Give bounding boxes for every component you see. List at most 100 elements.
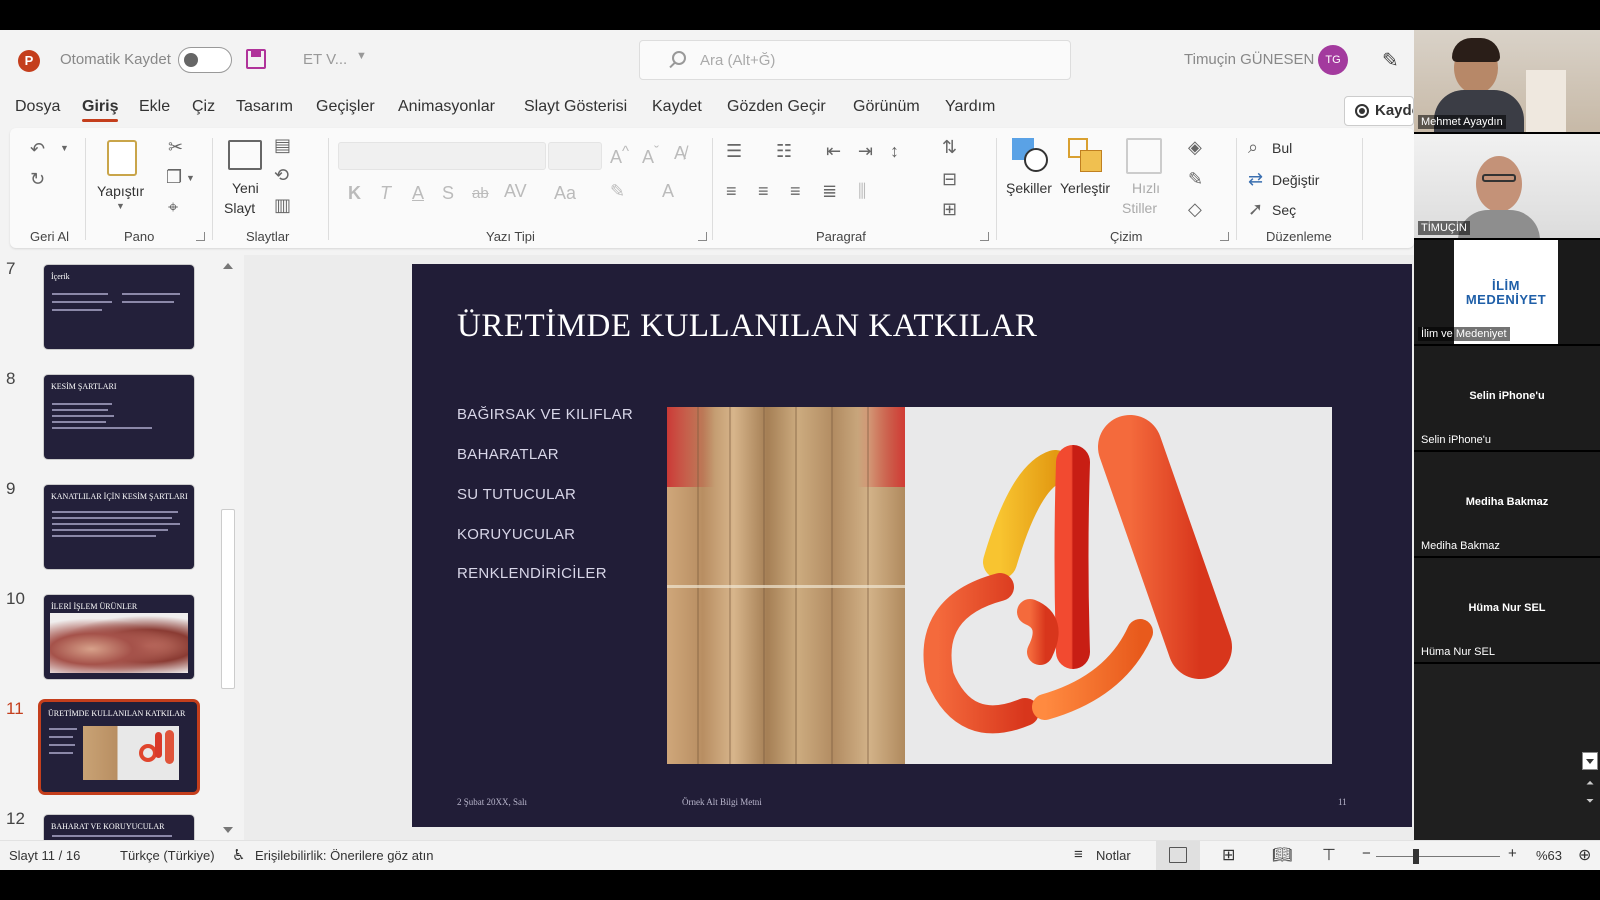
slide-page-number[interactable]: 11 xyxy=(1338,797,1347,807)
participant-tile[interactable]: Mediha Bakmaz Mediha Bakmaz xyxy=(1414,452,1600,558)
new-slide-label-1[interactable]: Yeni xyxy=(232,180,259,196)
slide-thumbnail-9[interactable]: KANATLILAR İÇİN KESİM ŞARTLARI xyxy=(44,485,194,569)
shapes-label[interactable]: Şekiller xyxy=(1006,180,1052,196)
scrollbar-thumb[interactable] xyxy=(221,509,235,689)
font-color-icon[interactable]: A xyxy=(662,182,674,200)
paste-icon[interactable] xyxy=(107,140,137,176)
reset-icon[interactable]: ⟲ xyxy=(274,166,289,184)
avatar[interactable]: TG xyxy=(1318,45,1348,75)
zoom-out-icon[interactable]: − xyxy=(1362,845,1371,862)
tab-gozden-gecir[interactable]: Gözden Geçir xyxy=(727,98,826,116)
decrease-font-icon[interactable]: Aˇ xyxy=(642,144,659,166)
slide-thumbnail-11-selected[interactable]: ÜRETİMDE KULLANILAN KATKILAR xyxy=(41,702,197,792)
chevron-down-icon[interactable]: ▼ xyxy=(356,50,367,62)
numbering-icon[interactable]: ☷ xyxy=(776,142,792,160)
double-chevron-up-icon[interactable]: ⏶ xyxy=(1586,778,1594,789)
dialog-launcher-icon[interactable] xyxy=(196,232,205,241)
pen-icon[interactable]: ✎ xyxy=(1382,48,1399,73)
paste-label[interactable]: Yapıştır xyxy=(97,183,144,199)
align-right-icon[interactable]: ≡ xyxy=(790,182,801,200)
tab-giris[interactable]: Giriş xyxy=(82,98,119,122)
slide-title[interactable]: ÜRETİMDE KULLANILAN KATKILAR xyxy=(457,308,1037,345)
scroll-down-icon[interactable] xyxy=(223,827,233,833)
zoom-level[interactable]: %63 xyxy=(1536,848,1562,863)
participant-tile[interactable]: İLİM MEDENİYET İlim ve Medeniyet xyxy=(1414,240,1600,346)
highlight-icon[interactable]: ✎ xyxy=(610,182,625,200)
participant-tile[interactable]: Selin iPhone'u Selin iPhone'u xyxy=(1414,346,1600,452)
font-name-combo[interactable] xyxy=(338,142,546,170)
quick-styles-label-1[interactable]: Hızlı xyxy=(1132,180,1160,196)
chevron-down-icon[interactable]: ▼ xyxy=(116,202,125,211)
reading-view-icon[interactable]: 📖︎ xyxy=(1272,845,1292,865)
participant-tile[interactable]: Hüma Nur SEL Hüma Nur SEL xyxy=(1414,558,1600,664)
participant-tile[interactable]: Mehmet Ayaydın xyxy=(1414,30,1600,134)
italic-icon[interactable]: T xyxy=(380,184,391,202)
slide-sorter-icon[interactable]: ⊞ xyxy=(1222,845,1235,865)
slide-thumbnail-8[interactable]: KESİM ŞARTLARI xyxy=(44,375,194,459)
dialog-launcher-icon[interactable] xyxy=(698,232,707,241)
smartart-icon[interactable]: ⊞ xyxy=(942,200,957,218)
fit-to-window-icon[interactable]: ⊕ xyxy=(1578,845,1591,865)
align-text-icon[interactable]: ⊟ xyxy=(942,170,957,188)
copy-icon[interactable]: ❐ xyxy=(166,168,182,186)
double-chevron-down-icon[interactable]: ⏷ xyxy=(1586,796,1594,807)
slide-thumbnail-12[interactable]: BAHARAT VE KORUYUCULAR xyxy=(44,815,194,840)
zoom-in-icon[interactable]: + xyxy=(1508,845,1517,862)
bullet-item[interactable]: BAĞIRSAK VE KILIFLAR xyxy=(457,406,633,423)
slide-counter[interactable]: Slayt 11 / 16 xyxy=(9,848,80,863)
increase-font-icon[interactable]: A^ xyxy=(610,144,629,166)
quick-styles-icon[interactable] xyxy=(1126,138,1162,174)
tab-ekle[interactable]: Ekle xyxy=(139,98,170,116)
shape-effects-icon[interactable]: ◇ xyxy=(1188,200,1202,218)
thumbnails-scrollbar[interactable] xyxy=(218,255,238,840)
language-indicator[interactable]: Türkçe (Türkiye) xyxy=(120,848,215,863)
select-label[interactable]: Seç xyxy=(1272,202,1296,218)
cut-icon[interactable]: ✂ xyxy=(168,138,183,156)
casing-photo[interactable] xyxy=(667,407,905,764)
scroll-up-icon[interactable] xyxy=(223,263,233,269)
zoom-slider-thumb[interactable] xyxy=(1413,849,1419,864)
document-name[interactable]: ET V... xyxy=(303,51,347,68)
slide-thumbnail-7[interactable]: İçerik xyxy=(44,265,194,349)
clear-format-icon[interactable]: A̸ xyxy=(674,144,686,162)
tab-gorunum[interactable]: Görünüm xyxy=(853,98,920,116)
notes-button[interactable]: Notlar xyxy=(1096,848,1131,863)
shadow-icon[interactable]: S xyxy=(442,184,454,202)
tab-slayt-gosterisi[interactable]: Slayt Gösterisi xyxy=(524,98,627,116)
bold-icon[interactable]: K xyxy=(348,184,361,202)
footer-text[interactable]: Örnek Alt Bilgi Metni xyxy=(682,797,762,807)
scroll-down-icon[interactable] xyxy=(1582,752,1598,770)
text-direction-icon[interactable]: ⇅ xyxy=(942,138,957,156)
record-button[interactable]: Kaydet xyxy=(1344,96,1414,126)
tab-gecisler[interactable]: Geçişler xyxy=(316,98,375,116)
replace-icon[interactable]: ⇄ xyxy=(1248,170,1263,188)
arrange-icon[interactable] xyxy=(1068,138,1104,174)
search-box[interactable]: Ara (Alt+Ğ) xyxy=(639,40,1071,80)
tab-tasarim[interactable]: Tasarım xyxy=(236,98,293,116)
line-spacing-icon[interactable]: ↕ xyxy=(890,142,899,160)
new-slide-icon[interactable] xyxy=(228,140,262,170)
dialog-launcher-icon[interactable] xyxy=(1220,232,1229,241)
chevron-down-icon[interactable]: ▼ xyxy=(60,144,69,153)
find-label[interactable]: Bul xyxy=(1272,140,1292,156)
slideshow-icon[interactable]: ⊤ xyxy=(1322,845,1336,865)
section-icon[interactable]: ▥ xyxy=(274,196,291,214)
tab-kaydet[interactable]: Kaydet xyxy=(652,98,702,116)
shape-fill-icon[interactable]: ◈ xyxy=(1188,138,1202,156)
new-slide-label-2[interactable]: Slayt xyxy=(224,200,255,216)
tab-yardim[interactable]: Yardım xyxy=(945,98,995,116)
bullets-icon[interactable]: ☰ xyxy=(726,142,742,160)
format-painter-icon[interactable]: ⌖ xyxy=(168,198,178,216)
shapes-icon[interactable] xyxy=(1012,138,1048,174)
increase-indent-icon[interactable]: ⇥ xyxy=(858,142,873,160)
footer-date[interactable]: 2 Şubat 20XX, Salı xyxy=(457,797,527,807)
shape-outline-icon[interactable]: ✎ xyxy=(1188,170,1203,188)
arrange-label[interactable]: Yerleştir xyxy=(1060,180,1110,196)
underline-icon[interactable]: A xyxy=(412,184,424,202)
current-slide[interactable]: ÜRETİMDE KULLANILAN KATKILAR BAĞIRSAK VE… xyxy=(412,264,1412,827)
tab-dosya[interactable]: Dosya xyxy=(15,98,60,116)
participant-tile[interactable]: TİMUÇİN xyxy=(1414,134,1600,240)
select-cursor-icon[interactable]: ➚ xyxy=(1248,200,1263,218)
layout-icon[interactable]: ▤ xyxy=(274,136,291,154)
bullet-item[interactable]: RENKLENDİRİCİLER xyxy=(457,565,607,582)
